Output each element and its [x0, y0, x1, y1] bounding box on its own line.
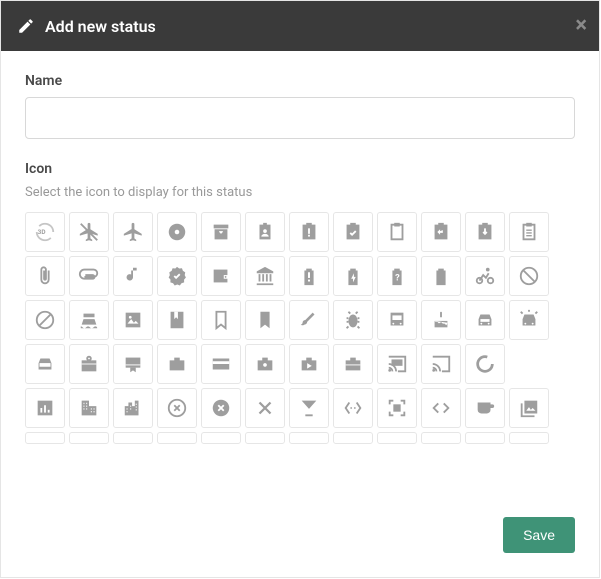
- icon-archive[interactable]: [201, 212, 241, 252]
- icon-grid: 3D ?: [25, 212, 575, 428]
- icon-work-briefcase[interactable]: [333, 344, 373, 384]
- icon-cast-connected[interactable]: [377, 344, 417, 384]
- icon-clipboard-list[interactable]: [509, 212, 549, 252]
- icon-code-braces[interactable]: [333, 388, 373, 428]
- icon-battery-alert[interactable]: [289, 256, 329, 296]
- icon-badge[interactable]: [245, 212, 285, 252]
- icon-bar-chart[interactable]: [25, 388, 65, 428]
- icon-airplane[interactable]: [113, 212, 153, 252]
- name-label: Name: [25, 73, 575, 89]
- icon-car-lights[interactable]: [509, 300, 549, 340]
- icon-battery-charging[interactable]: [333, 256, 373, 296]
- icon-grid-cut-row: [25, 432, 575, 444]
- icon-bike[interactable]: [465, 256, 505, 296]
- icon-3d-rotation[interactable]: 3D: [25, 212, 65, 252]
- icon-attach-file[interactable]: [25, 256, 65, 296]
- name-input[interactable]: [25, 97, 575, 139]
- icon-cast[interactable]: [421, 344, 461, 384]
- icon-battery-unknown[interactable]: ?: [377, 256, 417, 296]
- icon-cut-8[interactable]: [333, 432, 373, 444]
- icon-collections[interactable]: [509, 388, 549, 428]
- icon-fullscreen[interactable]: [377, 388, 417, 428]
- icon-card-giftcard[interactable]: [69, 344, 109, 384]
- icon-cut-2[interactable]: [69, 432, 109, 444]
- pencil-icon: [17, 17, 35, 35]
- add-status-modal: Add new status × Name Icon Select the ic…: [0, 0, 600, 578]
- icon-bug[interactable]: [333, 300, 373, 340]
- svg-text:?: ?: [395, 274, 400, 284]
- icon-cancel-outline[interactable]: [157, 388, 197, 428]
- icon-cocktail[interactable]: [289, 388, 329, 428]
- icon-cut-11[interactable]: [465, 432, 505, 444]
- icon-book[interactable]: [157, 300, 197, 340]
- icon-cut-5[interactable]: [201, 432, 241, 444]
- icon-verified[interactable]: [157, 256, 197, 296]
- icon-brush[interactable]: [289, 300, 329, 340]
- icon-bus[interactable]: [377, 300, 417, 340]
- icon-wallet[interactable]: [201, 256, 241, 296]
- icon-assignment-late[interactable]: [289, 212, 329, 252]
- icon-battery-full[interactable]: [421, 256, 461, 296]
- modal-body: Name Icon Select the icon to display for…: [1, 51, 599, 505]
- icon-block-outline[interactable]: [25, 300, 65, 340]
- icon-coffee[interactable]: [465, 388, 505, 428]
- icon-cut-7[interactable]: [289, 432, 329, 444]
- icon-shopping-briefcase[interactable]: [245, 344, 285, 384]
- icon-cake[interactable]: [421, 300, 461, 340]
- icon-label: Icon: [25, 161, 575, 177]
- modal-header: Add new status ×: [1, 1, 599, 51]
- icon-cut-1[interactable]: [25, 432, 65, 444]
- icon-close[interactable]: [245, 388, 285, 428]
- icon-block[interactable]: [509, 256, 549, 296]
- icon-credit-card[interactable]: [201, 344, 241, 384]
- icon-clipboard[interactable]: [377, 212, 417, 252]
- modal-footer: Save: [1, 505, 599, 577]
- icon-airplanemode-off[interactable]: [69, 212, 109, 252]
- icon-assignment-return[interactable]: [421, 212, 461, 252]
- icon-cut-10[interactable]: [421, 432, 461, 444]
- icon-album[interactable]: [157, 212, 197, 252]
- icon-play-briefcase[interactable]: [289, 344, 329, 384]
- save-button[interactable]: Save: [503, 517, 575, 553]
- icon-boat[interactable]: [69, 300, 109, 340]
- icon-circle-notch[interactable]: [465, 344, 505, 384]
- icon-directions-car[interactable]: [25, 344, 65, 384]
- icon-code[interactable]: [421, 388, 461, 428]
- icon-cut-4[interactable]: [157, 432, 197, 444]
- svg-text:3D: 3D: [38, 228, 46, 236]
- icon-account-balance[interactable]: [245, 256, 285, 296]
- icon-card-membership[interactable]: [113, 344, 153, 384]
- icon-bookmark[interactable]: [245, 300, 285, 340]
- icon-bookmark-outline[interactable]: [201, 300, 241, 340]
- icon-assignment-check[interactable]: [333, 212, 373, 252]
- icon-assignment-down[interactable]: [465, 212, 505, 252]
- icon-cancel[interactable]: [201, 388, 241, 428]
- icon-cut-9[interactable]: [377, 432, 417, 444]
- icon-car[interactable]: [465, 300, 505, 340]
- close-icon[interactable]: ×: [575, 15, 587, 37]
- modal-title: Add new status: [45, 17, 156, 36]
- icon-attachment[interactable]: [69, 256, 109, 296]
- icon-cut-3[interactable]: [113, 432, 153, 444]
- icon-image[interactable]: [113, 300, 153, 340]
- icon-music-note[interactable]: [113, 256, 153, 296]
- icon-city[interactable]: [113, 388, 153, 428]
- icon-briefcase[interactable]: [157, 344, 197, 384]
- icon-business[interactable]: [69, 388, 109, 428]
- icon-empty[interactable]: [509, 344, 549, 384]
- icon-cut-6[interactable]: [245, 432, 285, 444]
- icon-hint: Select the icon to display for this stat…: [25, 185, 575, 200]
- icon-cut-12[interactable]: [509, 432, 549, 444]
